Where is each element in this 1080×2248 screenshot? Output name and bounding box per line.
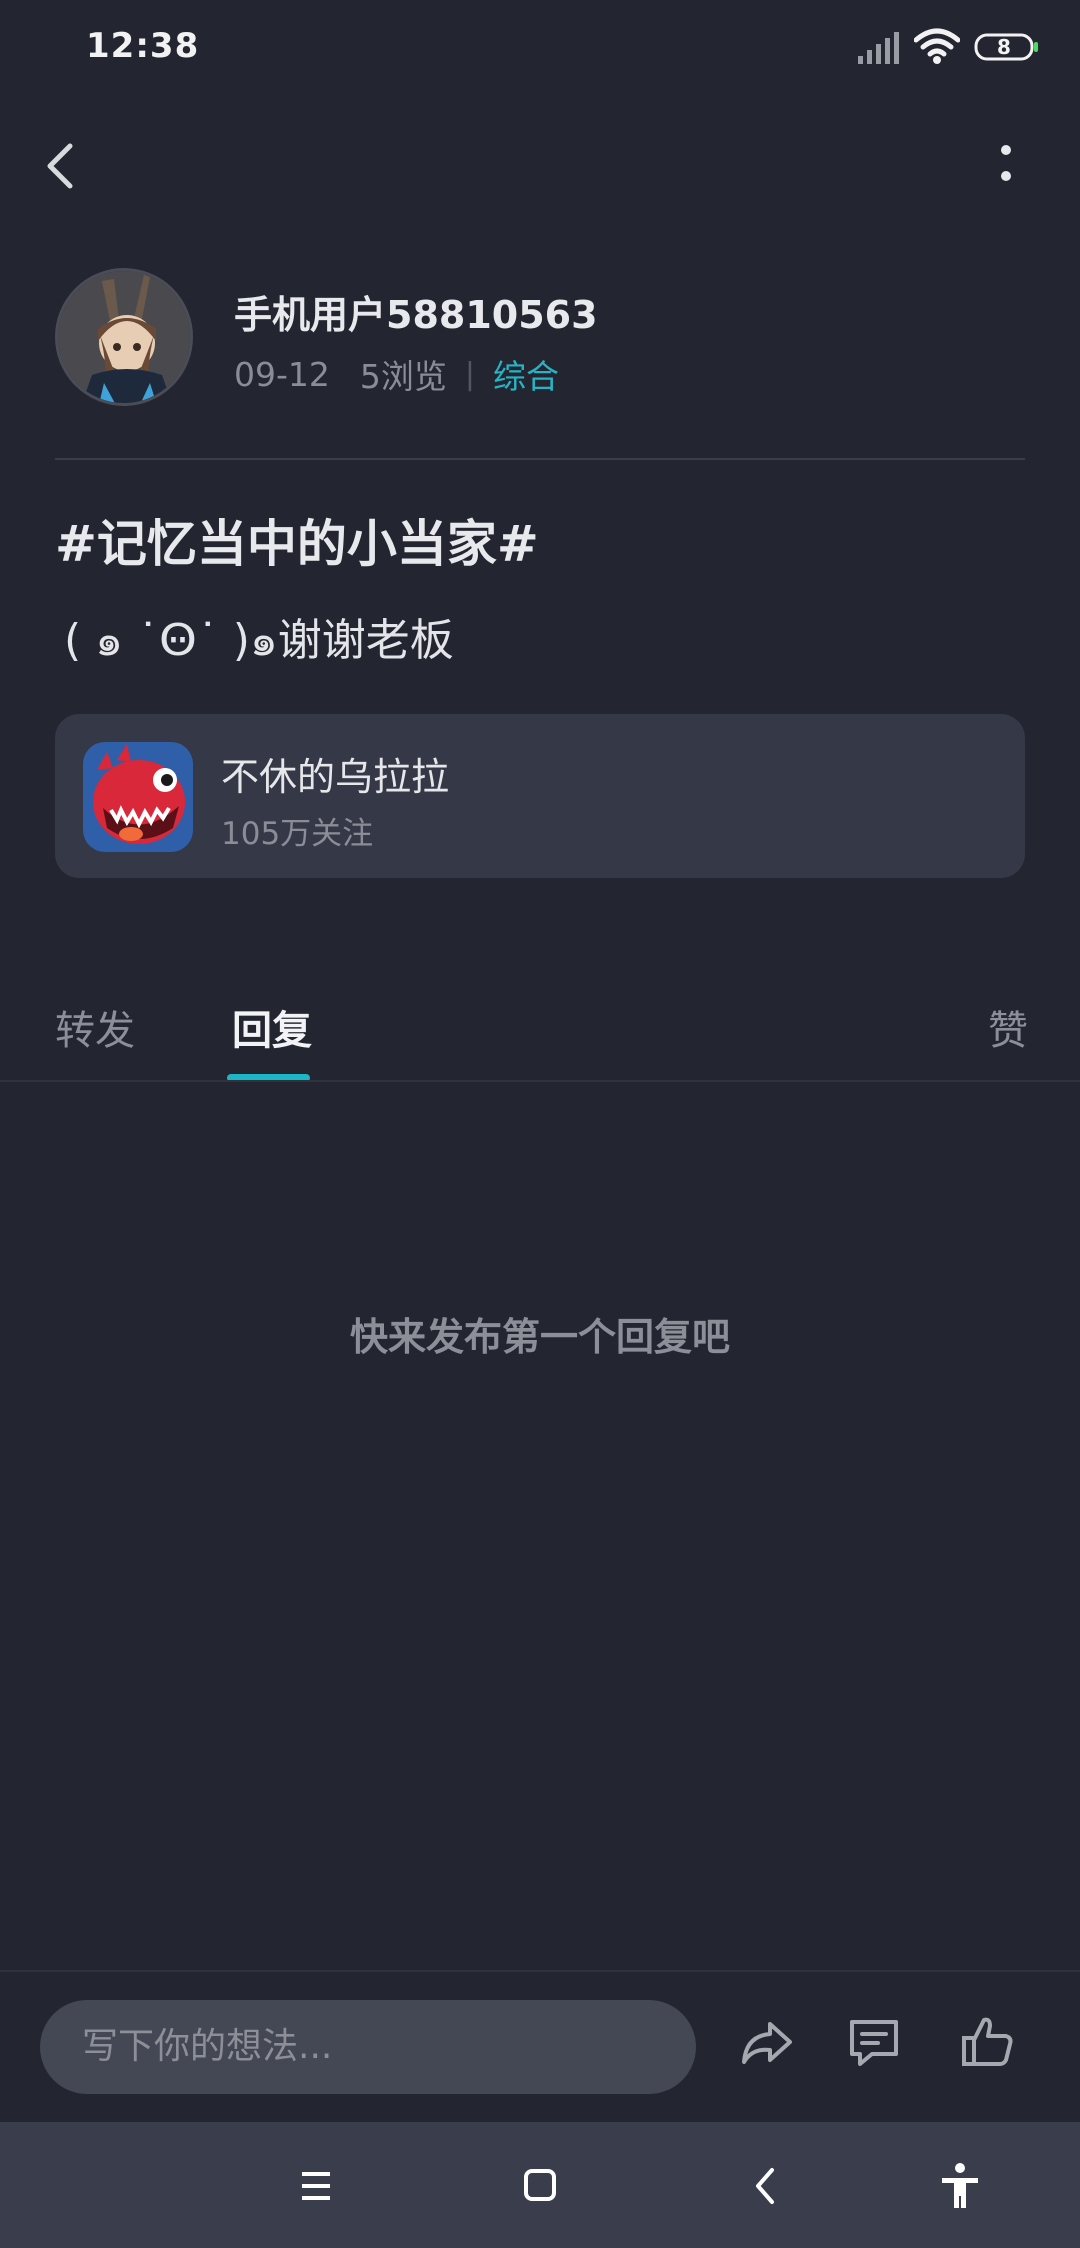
battery-level: 8 (997, 35, 1011, 59)
thumbs-up-icon[interactable] (958, 2012, 1018, 2072)
share-icon[interactable] (736, 2012, 796, 2072)
menu-icon[interactable] (288, 2158, 344, 2214)
post-category[interactable]: 综合 (493, 350, 559, 398)
wifi-icon (914, 28, 960, 64)
avatar[interactable] (55, 268, 193, 406)
post-detail-screen: 12:38 8 手机用户58810563 09-12 5浏览 | 综合 #记忆当… (0, 0, 1080, 2248)
post-date: 09-12 (234, 354, 330, 394)
comment-placeholder: 写下你的想法... (82, 2026, 333, 2067)
game-name: 不休的乌拉拉 (221, 755, 450, 799)
author-name[interactable]: 手机用户58810563 (234, 284, 598, 339)
empty-replies-text: 快来发布第一个回复吧 (349, 1315, 730, 1359)
accessibility-icon[interactable] (932, 2158, 988, 2214)
more-options-icon[interactable] (988, 140, 1024, 190)
back-button[interactable] (36, 138, 86, 194)
game-card[interactable]: 不休的乌拉拉 105万关注 (55, 714, 1025, 878)
comment-bar: 写下你的想法... (0, 1970, 1080, 2120)
divider (55, 458, 1025, 460)
tab-likes[interactable]: 赞 (988, 998, 1028, 1056)
status-time: 12:38 (86, 26, 200, 66)
meta-separator: | (464, 356, 475, 392)
status-bar: 12:38 8 (0, 0, 1080, 96)
post-meta: 09-12 5浏览 | 综合 (234, 350, 559, 398)
game-icon (83, 742, 193, 852)
comment-icon[interactable] (844, 2012, 904, 2072)
home-icon[interactable] (512, 2158, 568, 2214)
system-nav-bar (0, 2122, 1080, 2248)
tab-replies[interactable]: 回复 (232, 998, 312, 1056)
post-views: 5浏览 (359, 357, 447, 396)
post-title[interactable]: #记忆当中的小当家# (55, 504, 539, 576)
comment-input[interactable]: 写下你的想法... (40, 2000, 696, 2094)
game-followers: 105万关注 (221, 816, 374, 852)
tab-forward[interactable]: 转发 (55, 998, 135, 1056)
post-body: ( ๑ ˙Ꙫ˙ )๑谢谢老板 (64, 615, 454, 666)
tabs-divider (0, 1080, 1080, 1082)
signal-icon (858, 32, 899, 64)
avatar-image (58, 271, 190, 403)
nav-back-icon[interactable] (738, 2158, 794, 2214)
